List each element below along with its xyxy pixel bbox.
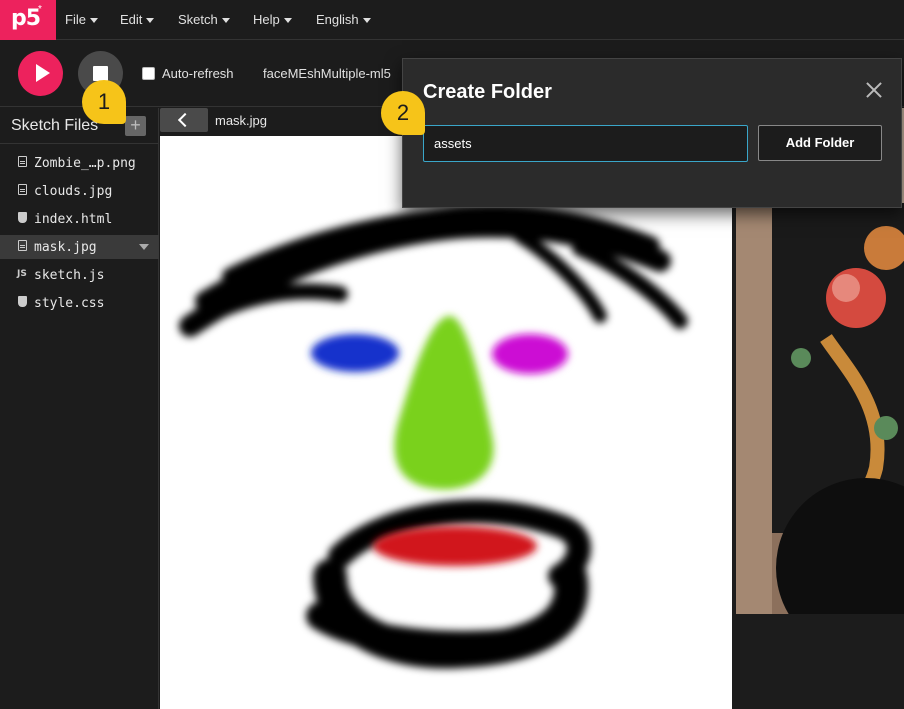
menu-sketch-label: Sketch	[178, 12, 218, 27]
sidebar-title: Sketch Files	[11, 117, 99, 134]
chevron-down-icon	[89, 18, 98, 24]
editor-filename: mask.jpg	[215, 113, 268, 128]
file-icon	[18, 156, 27, 167]
file-name: style.css	[34, 296, 105, 311]
file-item-index-html[interactable]: index.html	[0, 207, 159, 231]
create-folder-dialog: Create Folder Add Folder	[402, 58, 902, 208]
mask-drawing	[179, 204, 688, 669]
file-item-sketch-js[interactable]: JS sketch.js	[0, 263, 159, 287]
p5-logo[interactable]: p5 *	[0, 0, 56, 40]
step-1-callout: 1	[82, 80, 126, 124]
chevron-down-icon	[146, 18, 155, 24]
logo-star: *	[38, 4, 42, 15]
file-name: index.html	[34, 212, 113, 227]
menu-sketch[interactable]: Sketch	[178, 12, 230, 27]
chevron-down-icon	[221, 18, 230, 24]
play-button[interactable]	[18, 51, 63, 96]
add-file-button[interactable]: +	[125, 116, 146, 136]
html-icon	[18, 212, 27, 223]
mask-image-view	[160, 136, 732, 709]
js-icon: JS	[17, 269, 27, 279]
file-name: mask.jpg	[34, 240, 97, 255]
menu-help[interactable]: Help	[253, 12, 292, 27]
sketch-files-sidebar: Sketch Files + Zombie_…p.png clouds.jpg …	[0, 108, 159, 709]
file-item-mask[interactable]: mask.jpg	[0, 235, 159, 259]
close-icon[interactable]	[863, 79, 885, 101]
auto-refresh-checkbox[interactable]	[142, 67, 155, 80]
chevron-down-icon	[283, 18, 292, 24]
file-name: clouds.jpg	[34, 184, 113, 199]
file-item-zombie[interactable]: Zombie_…p.png	[0, 151, 159, 175]
file-item-clouds[interactable]: clouds.jpg	[0, 179, 159, 203]
preview-empty-area	[736, 614, 904, 709]
menu-file-label: File	[65, 12, 86, 27]
menu-help-label: Help	[253, 12, 280, 27]
file-item-style-css[interactable]: style.css	[0, 291, 159, 315]
menu-file[interactable]: File	[65, 12, 98, 27]
menu-language-label: English	[316, 12, 359, 27]
dialog-title: Create Folder	[423, 81, 552, 103]
add-folder-button[interactable]: Add Folder	[758, 125, 882, 161]
logo-text: p5	[11, 6, 41, 31]
chevron-down-icon	[362, 18, 371, 24]
file-name: sketch.js	[34, 268, 105, 283]
css-icon	[18, 296, 27, 307]
sidebar-header: Sketch Files +	[0, 108, 159, 144]
sketch-name[interactable]: faceMEshMultiple-ml5	[263, 66, 391, 81]
auto-refresh-label: Auto-refresh	[162, 66, 234, 81]
file-icon	[18, 184, 27, 195]
menu-bar: p5 * File Edit Sketch Help English	[0, 0, 904, 40]
folder-name-input[interactable]	[423, 125, 748, 162]
menu-edit-label: Edit	[120, 12, 143, 27]
file-icon	[18, 240, 27, 251]
file-name: Zombie_…p.png	[34, 156, 136, 171]
back-button[interactable]	[160, 108, 208, 132]
menu-edit[interactable]: Edit	[120, 12, 155, 27]
step-2-callout: 2	[381, 91, 425, 135]
file-options-caret-icon[interactable]	[139, 244, 149, 250]
menu-language[interactable]: English	[316, 12, 371, 27]
